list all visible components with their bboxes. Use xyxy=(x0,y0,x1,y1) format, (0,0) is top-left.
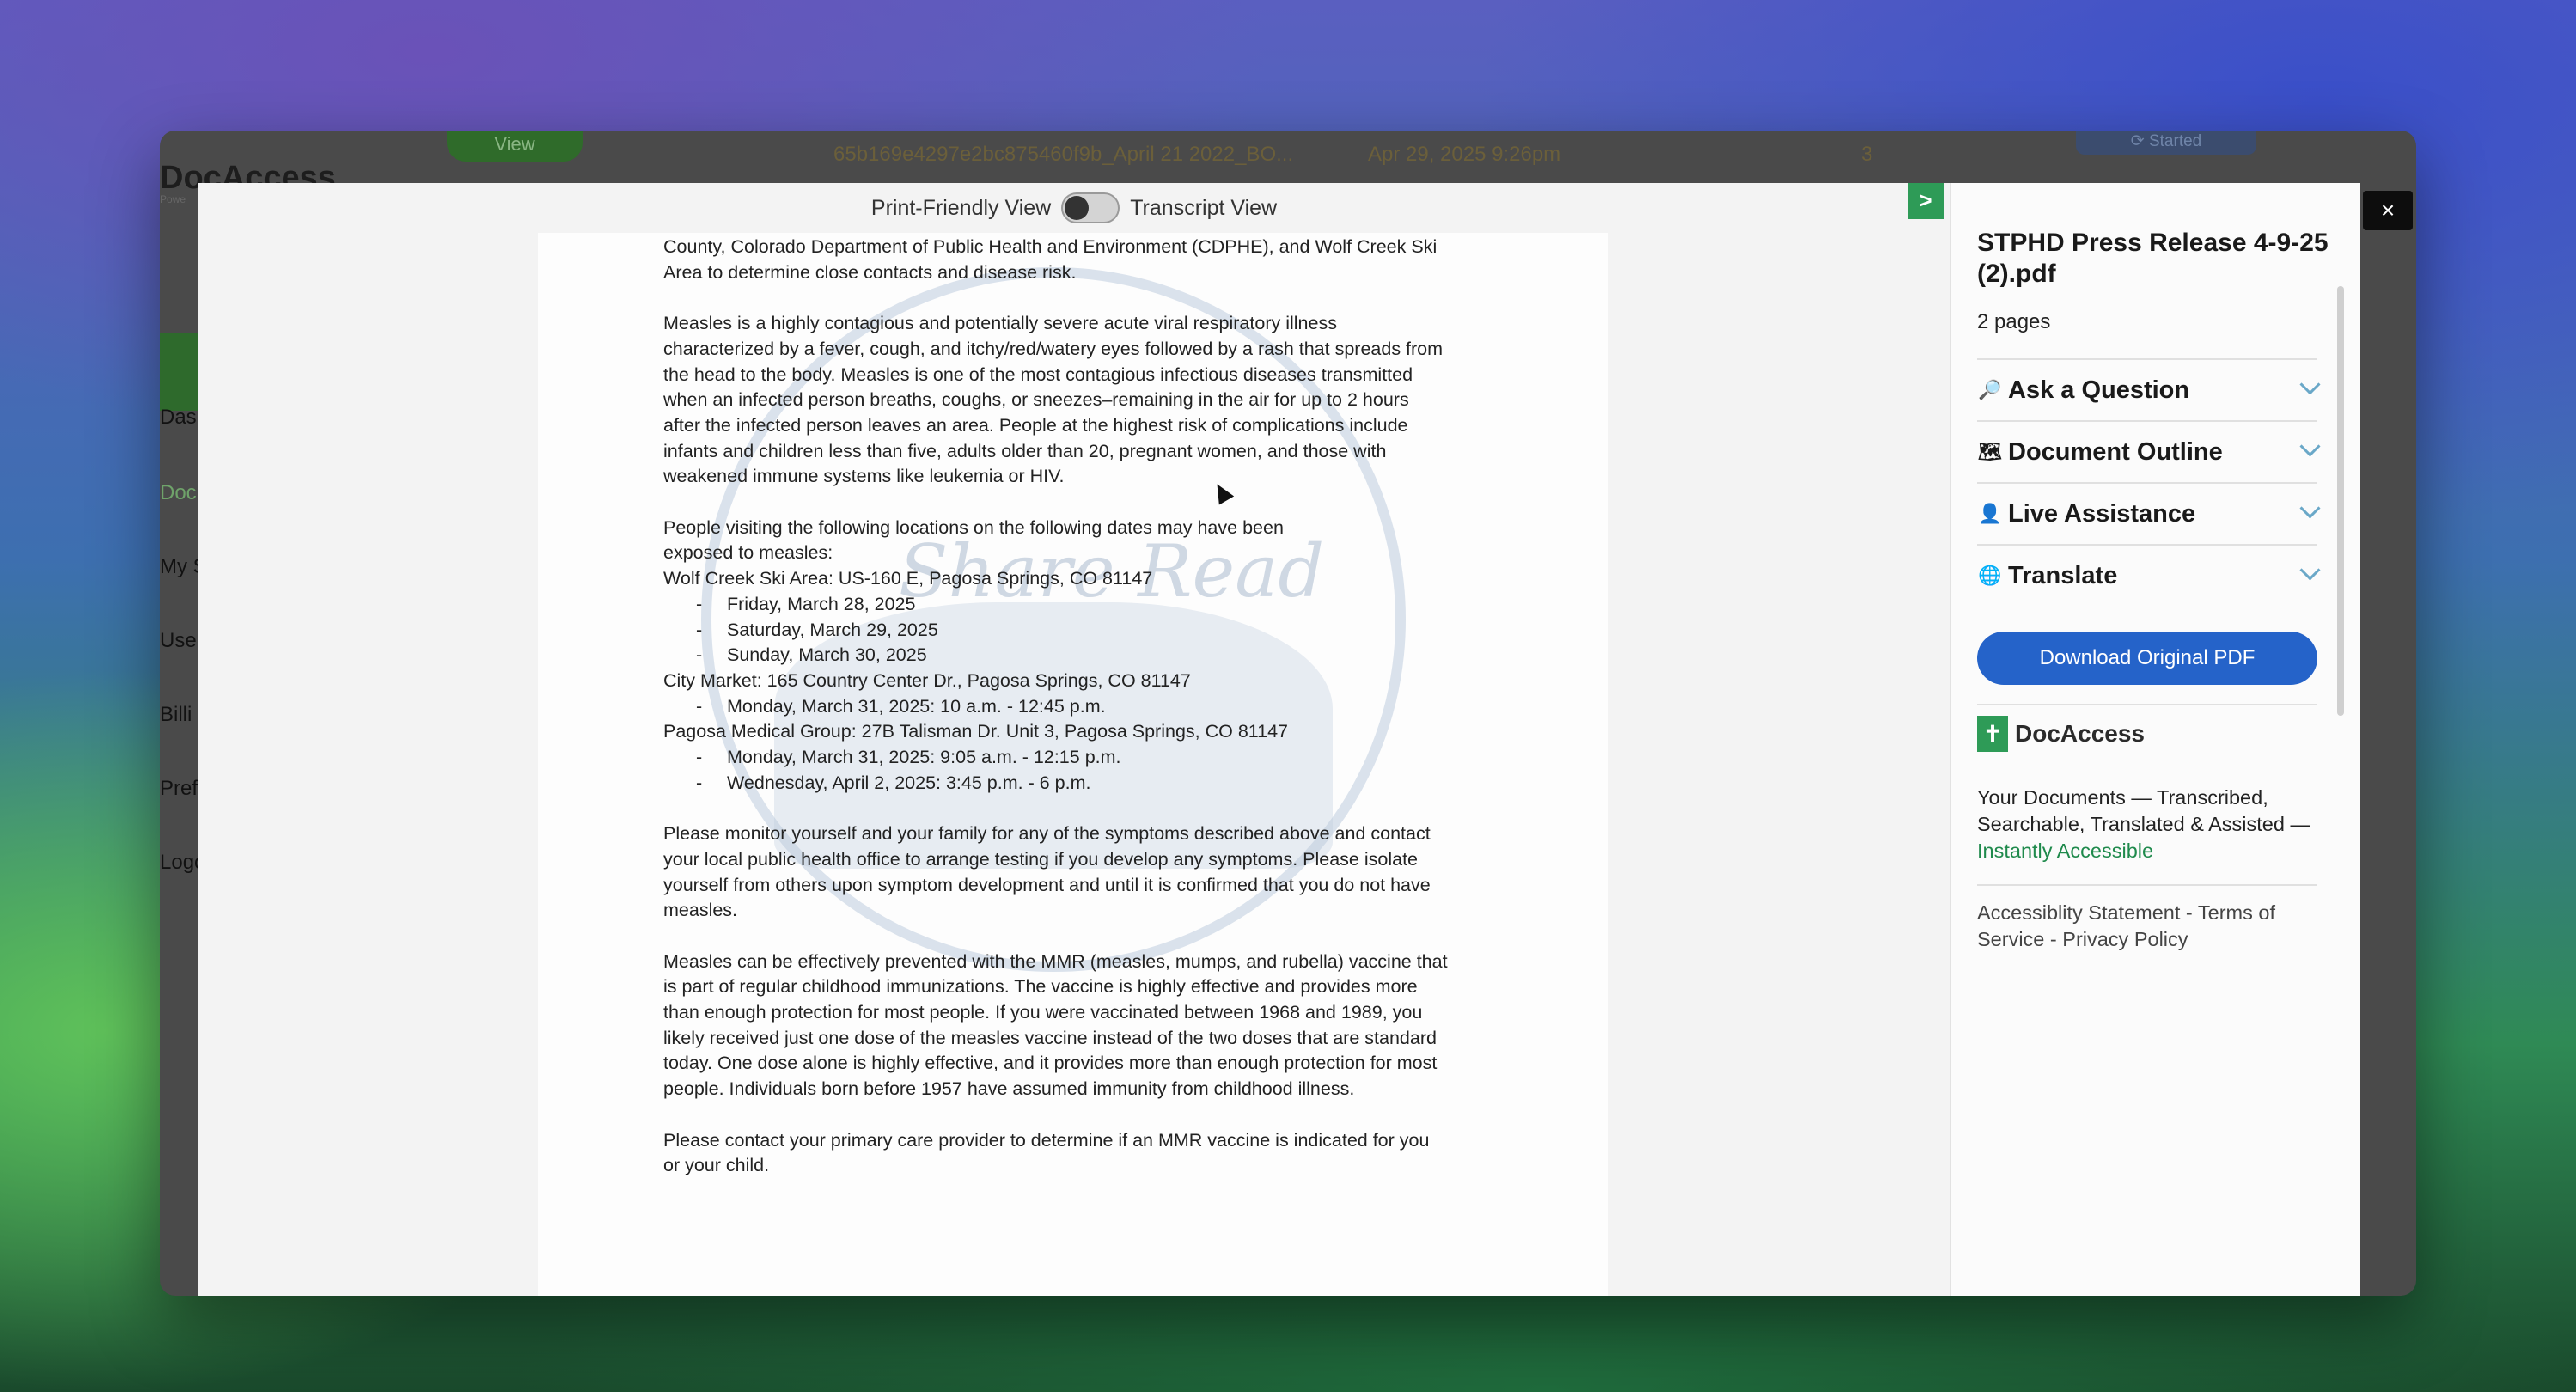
person-icon: 👤 xyxy=(1978,503,2002,524)
bg-sidebar-active xyxy=(160,333,199,411)
sidebar-scrollbar[interactable] xyxy=(2337,286,2344,716)
magnifier-icon: 🔎 xyxy=(1978,379,2002,400)
text-line: likely received just one dose of the mea… xyxy=(663,1027,1437,1048)
tagline: Your Documents — Transcribed, Searchable… xyxy=(1977,785,2321,864)
view-toggle-switch[interactable] xyxy=(1061,192,1120,223)
footer-separator: - xyxy=(2044,928,2063,950)
brand: ✝ DocAccess xyxy=(1977,716,2145,752)
text-line: characterized by a fever, cough, and itc… xyxy=(663,338,1444,359)
text-line: Measles can be effectively prevented wit… xyxy=(663,950,1448,972)
date-bullet: Sunday, March 30, 2025 xyxy=(663,643,1488,669)
expand-panel-button[interactable]: > xyxy=(1908,183,1944,219)
footer-links: Accessiblity Statement - Terms of Servic… xyxy=(1977,900,2321,953)
map-icon: 🗺 xyxy=(1978,441,2002,462)
accordion-live-assistance[interactable]: 👤 Live Assistance xyxy=(1977,482,2321,544)
paragraph-1: County, Colorado Department of Public He… xyxy=(663,235,1488,285)
accessibility-logo-icon: ✝ xyxy=(1977,716,2008,752)
text-line: the head to the body. Measles is one of … xyxy=(663,363,1413,385)
text-line: weakened immune systems like leukemia or… xyxy=(663,466,1065,487)
view-toggle-bar: Print-Friendly View Transcript View xyxy=(198,183,1950,233)
divider xyxy=(1977,704,2317,705)
location-line: City Market: 165 Country Center Dr., Pag… xyxy=(663,669,1191,691)
accordion-label: Ask a Question xyxy=(2008,375,2190,404)
text-line: exposed to measles: xyxy=(663,542,833,564)
paragraph-4: Please monitor yourself and your family … xyxy=(663,821,1488,924)
paragraph-6: Please contact your primary care provide… xyxy=(663,1128,1488,1179)
text-line: infants and children less than five, adu… xyxy=(663,440,1387,461)
date-bullet: Saturday, March 29, 2025 xyxy=(663,618,1488,644)
chevron-down-icon xyxy=(2299,559,2321,581)
text-line: Area to determine close contacts and dis… xyxy=(663,261,1077,283)
instantly-accessible-link[interactable]: Instantly Accessible xyxy=(1977,839,2153,862)
bg-status-badge: ⟳ Started xyxy=(2076,131,2256,155)
text-line: after the infected person leaves an area… xyxy=(663,414,1408,436)
divider xyxy=(1977,884,2317,886)
transcript-view-label[interactable]: Transcript View xyxy=(1130,196,1277,221)
date-bullet: Wednesday, April 2, 2025: 3:45 p.m. - 6 … xyxy=(663,771,1488,797)
bg-sidebar-item[interactable]: Pref xyxy=(160,777,198,801)
document-sidebar: STPHD Press Release 4-9-25 (2).pdf 2 pag… xyxy=(1950,183,2360,1296)
document-page: Share Read County, Colorado Department o… xyxy=(538,233,1608,1296)
accessibility-statement-link[interactable]: Accessiblity Statement xyxy=(1977,901,2180,924)
accordion-label: Live Assistance xyxy=(2008,499,2196,528)
bg-sidebar-item[interactable]: Billi xyxy=(160,703,192,727)
close-button[interactable]: × xyxy=(2363,191,2413,230)
text-line: Please contact your primary care provide… xyxy=(663,1129,1430,1151)
chevron-down-icon xyxy=(2299,374,2321,395)
paragraph-3: People visiting the following locations … xyxy=(663,516,1488,797)
text-line: today. One dose alone is highly effectiv… xyxy=(663,1053,1438,1074)
accordion-translate[interactable]: 🌐 Translate xyxy=(1977,544,2321,606)
text-line: your local public health office to arran… xyxy=(663,848,1419,870)
footer-separator: - xyxy=(2180,901,2198,924)
text-line: County, Colorado Department of Public He… xyxy=(663,236,1438,257)
text-line: people. Individuals born before 1957 hav… xyxy=(663,1078,1355,1100)
bg-filename: 65b169e4297e2bc875460f9b_April 21 2022_B… xyxy=(833,143,1294,166)
accordion-document-outline[interactable]: 🗺 Document Outline xyxy=(1977,420,2321,482)
privacy-policy-link[interactable]: Privacy Policy xyxy=(2062,928,2188,950)
download-pdf-button[interactable]: Download Original PDF xyxy=(1977,632,2317,685)
tagline-text: Your Documents — Transcribed, Searchable… xyxy=(1977,786,2310,835)
document-title: STPHD Press Release 4-9-25 (2).pdf xyxy=(1977,229,2329,288)
bg-count: 3 xyxy=(1861,143,1873,166)
brand-name: DocAccess xyxy=(2015,720,2145,747)
text-line: or your child. xyxy=(663,1155,770,1176)
document-viewer-modal: Print-Friendly View Transcript View Shar… xyxy=(198,183,2360,1296)
text-line: is part of regular childhood immunizatio… xyxy=(663,976,1418,998)
text-line: measles. xyxy=(663,900,738,921)
text-line: Please monitor yourself and your family … xyxy=(663,823,1431,845)
chevron-down-icon xyxy=(2299,436,2321,457)
toggle-knob xyxy=(1065,196,1090,220)
date-bullet: Monday, March 31, 2025: 10 a.m. - 12:45 … xyxy=(663,694,1488,720)
text-line: than enough protection for most people. … xyxy=(663,1002,1423,1023)
globe-icon: 🌐 xyxy=(1978,565,2002,586)
text-line: People visiting the following locations … xyxy=(663,516,1284,538)
date-bullet: Friday, March 28, 2025 xyxy=(663,592,1488,618)
print-friendly-label[interactable]: Print-Friendly View xyxy=(871,196,1051,221)
paragraph-2: Measles is a highly contagious and poten… xyxy=(663,311,1488,490)
accordion-ask-question[interactable]: 🔎 Ask a Question xyxy=(1977,358,2321,420)
accordion-label: Document Outline xyxy=(2008,437,2223,466)
text-line: when an infected person breaths, coughs,… xyxy=(663,389,1409,411)
chevron-down-icon xyxy=(2299,498,2321,519)
text-line: yourself from others upon symptom develo… xyxy=(663,874,1431,895)
bg-date: Apr 29, 2025 9:26pm xyxy=(1368,143,1561,166)
paragraph-5: Measles can be effectively prevented wit… xyxy=(663,949,1488,1102)
bg-sidebar-item[interactable]: Doc xyxy=(160,481,197,505)
document-text: County, Colorado Department of Public He… xyxy=(663,235,1488,1205)
bg-status-text: Started xyxy=(2148,132,2202,150)
location-line: Pagosa Medical Group: 27B Talisman Dr. U… xyxy=(663,721,1289,742)
accordion-label: Translate xyxy=(2008,561,2118,589)
location-line: Wolf Creek Ski Area: US-160 E, Pagosa Sp… xyxy=(663,568,1153,589)
text-line: Measles is a highly contagious and poten… xyxy=(663,313,1337,334)
page-count: 2 pages xyxy=(1977,310,2051,333)
date-bullet: Monday, March 31, 2025: 9:05 a.m. - 12:1… xyxy=(663,745,1488,771)
